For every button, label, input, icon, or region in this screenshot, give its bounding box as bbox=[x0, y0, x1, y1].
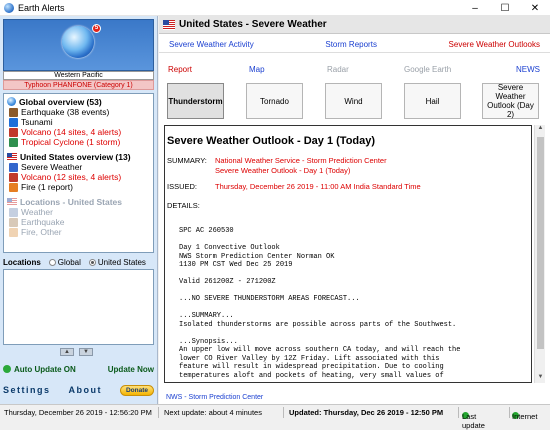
app-globe-icon bbox=[4, 2, 14, 13]
issued-row: ISSUED: Thursday, December 26 2019 - 11:… bbox=[167, 182, 421, 191]
summary-value: National Weather Service - Storm Predict… bbox=[215, 156, 387, 175]
outlook-buttons: Thunderstorm Tornado Wind Hail Severe We… bbox=[167, 83, 542, 119]
locations-us-header[interactable]: Locations - United States bbox=[7, 196, 150, 207]
issued-label: ISSUED: bbox=[167, 182, 198, 191]
title-bar: Earth Alerts – ☐ ✕ bbox=[0, 0, 550, 16]
settings-button[interactable]: Settings bbox=[3, 385, 51, 395]
tab-report[interactable]: Report bbox=[168, 65, 192, 74]
locations-list[interactable] bbox=[3, 269, 154, 345]
scroll-down-button[interactable]: ▼ bbox=[79, 348, 93, 356]
status-next-update: Next update: about 4 minutes bbox=[164, 407, 262, 417]
minimize-button[interactable]: – bbox=[460, 0, 490, 16]
global-item-tsunami[interactable]: Tsunami bbox=[7, 117, 150, 127]
us-item-severe-weather[interactable]: Severe Weather bbox=[7, 162, 150, 172]
status-bar: Thursday, December 26 2019 - 12:56:20 PM… bbox=[0, 404, 550, 430]
left-panel: 5 Western Pacific Typhoon PHANFONE (Cate… bbox=[0, 16, 158, 404]
globe-icon bbox=[7, 97, 16, 106]
locations-item-fire-other[interactable]: Fire, Other bbox=[7, 227, 150, 237]
auto-update-toggle[interactable]: Auto Update ON bbox=[3, 365, 76, 374]
cyclone-icon bbox=[9, 137, 18, 147]
us-flag-icon bbox=[7, 152, 17, 161]
close-button[interactable]: ✕ bbox=[520, 0, 550, 16]
radio-global[interactable] bbox=[48, 259, 56, 266]
scroll-down-arrow[interactable]: ▼ bbox=[535, 374, 546, 383]
bottom-actions: Settings About Donate bbox=[3, 382, 154, 398]
volcano-icon bbox=[9, 127, 18, 137]
source-link[interactable]: NWS - Storm Prediction Center bbox=[166, 394, 263, 401]
fire-icon bbox=[9, 227, 18, 237]
content-scrollbar[interactable]: ▲ ▼ bbox=[534, 125, 545, 383]
locations-selector: Locations Global United States bbox=[3, 257, 154, 268]
tab-storm-reports[interactable]: Storm Reports bbox=[325, 40, 377, 49]
summary-label: SUMMARY: bbox=[167, 156, 207, 165]
earthquake-icon bbox=[9, 107, 18, 117]
maximize-button[interactable]: ☐ bbox=[490, 0, 520, 16]
tsunami-icon bbox=[9, 117, 18, 127]
global-item-earthquake[interactable]: Earthquake (38 events) bbox=[7, 107, 150, 117]
details-row: DETAILS: bbox=[167, 201, 215, 210]
globe-banner[interactable]: 5 bbox=[3, 19, 154, 71]
section-tabs: Severe Weather Activity Storm Reports Se… bbox=[159, 36, 550, 53]
issued-value: Thursday, December 26 2019 - 11:00 AM In… bbox=[215, 182, 421, 191]
panel-header: United States - Severe Weather bbox=[159, 16, 550, 34]
globe-icon bbox=[62, 26, 94, 58]
tab-severe-weather-outlooks[interactable]: Severe Weather Outlooks bbox=[449, 40, 540, 49]
tab-news[interactable]: NEWS bbox=[516, 65, 540, 74]
global-item-cyclone[interactable]: Tropical Cyclone (1 storm) bbox=[7, 137, 150, 147]
us-flag-icon bbox=[163, 19, 175, 30]
radio-global-label[interactable]: Global bbox=[58, 258, 81, 267]
global-item-volcano[interactable]: Volcano (14 sites, 4 alerts) bbox=[7, 127, 150, 137]
auto-update-row: Auto Update ON Update Now bbox=[3, 363, 154, 375]
earthquake-icon bbox=[9, 217, 18, 227]
status-updated: Updated: Thursday, Dec 26 2019 - 12:50 P… bbox=[289, 407, 444, 417]
locations-item-weather[interactable]: Weather bbox=[7, 207, 150, 217]
scroll-up-button[interactable]: ▲ bbox=[60, 348, 74, 356]
region-label: Western Pacific bbox=[3, 71, 154, 80]
locations-label: Locations bbox=[3, 258, 41, 267]
overview-list: Global overview (53) Earthquake (38 even… bbox=[3, 93, 154, 253]
status-datetime: Thursday, December 26 2019 - 12:56:20 PM bbox=[4, 407, 152, 417]
fire-icon bbox=[9, 182, 18, 192]
details-text: SPC AC 260530 Day 1 Convective Outlook N… bbox=[179, 227, 461, 380]
window-title: Earth Alerts bbox=[18, 2, 65, 13]
status-green-icon bbox=[3, 365, 11, 374]
about-button[interactable]: About bbox=[69, 385, 103, 395]
tab-google-earth[interactable]: Google Earth bbox=[404, 65, 451, 74]
tornado-button[interactable]: Tornado bbox=[246, 83, 303, 119]
radio-us-label[interactable]: United States bbox=[98, 258, 146, 267]
panel-title: United States - Severe Weather bbox=[179, 19, 327, 30]
severe-weather-icon bbox=[9, 162, 18, 172]
us-flag-icon bbox=[7, 197, 17, 206]
wind-button[interactable]: Wind bbox=[325, 83, 382, 119]
view-tabs: Report Map Radar Google Earth NEWS bbox=[159, 61, 550, 77]
us-item-volcano[interactable]: Volcano (12 sites, 4 alerts) bbox=[7, 172, 150, 182]
volcano-icon bbox=[9, 172, 18, 182]
outlook-day2-button[interactable]: Severe Weather Outlook (Day 2) bbox=[482, 83, 539, 119]
alert-count-badge: 5 bbox=[92, 24, 101, 33]
radio-united-states[interactable] bbox=[88, 259, 96, 266]
tab-severe-weather-activity[interactable]: Severe Weather Activity bbox=[169, 40, 254, 49]
global-overview-header[interactable]: Global overview (53) bbox=[7, 96, 150, 107]
list-scroll-buttons: ▲ ▼ bbox=[60, 348, 93, 356]
summary-row: SUMMARY: National Weather Service - Stor… bbox=[167, 156, 387, 176]
report-content[interactable]: Severe Weather Outlook - Day 1 (Today) S… bbox=[164, 125, 532, 383]
details-label: DETAILS: bbox=[167, 201, 200, 210]
report-title: Severe Weather Outlook - Day 1 (Today) bbox=[167, 135, 376, 147]
update-now-button[interactable]: Update Now bbox=[108, 365, 154, 374]
scrollbar-thumb[interactable] bbox=[537, 137, 544, 349]
donate-button[interactable]: Donate bbox=[119, 384, 154, 396]
typhoon-alert[interactable]: Typhoon PHANFONE (Category 1) bbox=[3, 80, 154, 90]
weather-icon bbox=[9, 207, 18, 217]
us-overview-header[interactable]: United States overview (13) bbox=[7, 151, 150, 162]
thunderstorm-button[interactable]: Thunderstorm bbox=[167, 83, 224, 119]
tab-map[interactable]: Map bbox=[249, 65, 265, 74]
main-panel: United States - Severe Weather Severe We… bbox=[159, 16, 550, 404]
hail-button[interactable]: Hail bbox=[404, 83, 461, 119]
locations-item-earthquake[interactable]: Earthquake bbox=[7, 217, 150, 227]
us-item-fire[interactable]: Fire (1 report) bbox=[7, 182, 150, 192]
scroll-up-arrow[interactable]: ▲ bbox=[535, 125, 546, 134]
tab-radar[interactable]: Radar bbox=[327, 65, 349, 74]
